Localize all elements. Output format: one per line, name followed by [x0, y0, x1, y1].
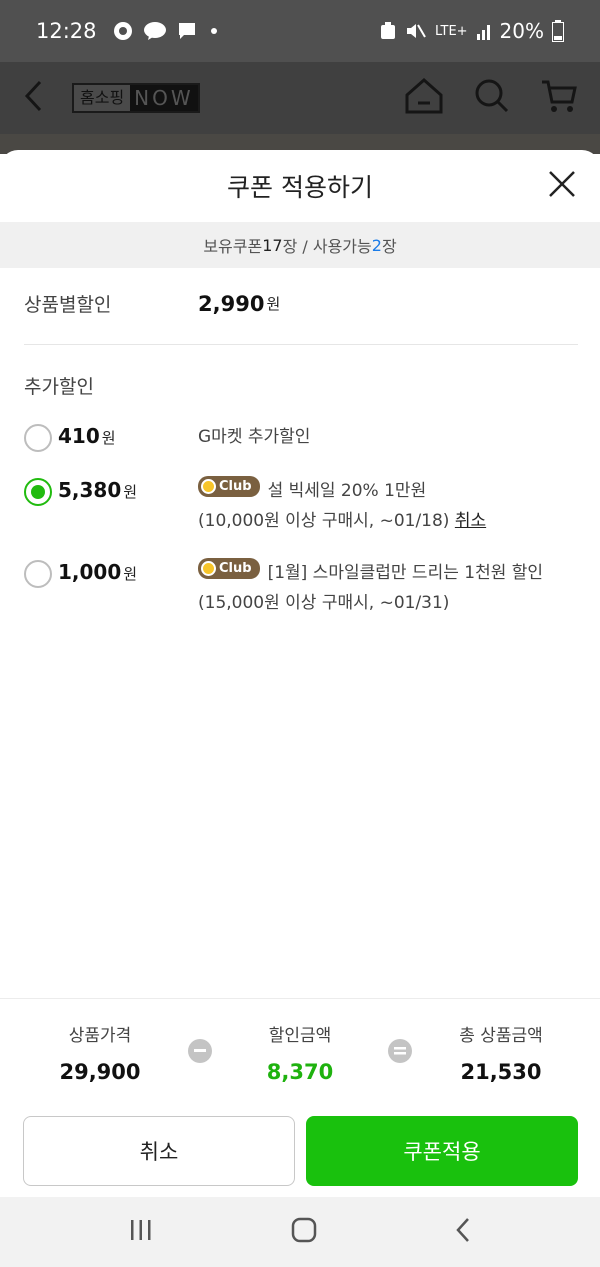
apply-coupon-button[interactable]: 쿠폰적용 [306, 1116, 578, 1186]
option-amount-unit: 원 [123, 565, 138, 583]
cancel-coupon-link[interactable]: 취소 [455, 511, 486, 531]
logo-right: NOW [130, 85, 198, 111]
dot-icon [210, 28, 217, 34]
app-header: 홈소핑 NOW [0, 62, 600, 134]
coupon-count-summary: 보유쿠폰 17 장 / 사용가능 2 장 [0, 222, 600, 268]
discount-value: 8,370 [266, 1060, 334, 1084]
discount-label: 할인금액 [268, 1026, 332, 1046]
signal-icon [476, 22, 492, 40]
club-badge: Club [198, 476, 260, 497]
chrome-icon [113, 21, 133, 41]
price-summary: 상품가격 29,900 할인금액 8,370 총 상품금액 21,530 취소 … [0, 998, 600, 1198]
radio-button[interactable] [24, 560, 52, 588]
home-icon[interactable] [404, 77, 444, 119]
status-bar: 12:28 LTE+ 20% [0, 0, 600, 62]
option-amount-value: 5,380 [58, 478, 122, 502]
discount-col: 할인금액 8,370 [240, 1021, 360, 1084]
product-discount-label: 상품별할인 [24, 294, 112, 316]
network-type: LTE+ [435, 23, 468, 39]
back-icon[interactable] [22, 79, 46, 117]
mute-icon [405, 21, 427, 41]
radio-button[interactable] [24, 424, 52, 452]
option-amount: 1,000 원 [58, 560, 137, 584]
cart-icon[interactable] [540, 78, 578, 118]
equals-icon [388, 1039, 412, 1063]
club-badge: Club [198, 558, 260, 579]
talk-icon [143, 21, 167, 41]
option-description: Club 설 빅세일 20% 1만원 (10,000원 이상 구매시, ~01/1… [198, 476, 578, 536]
option-amount-value: 410 [58, 424, 100, 448]
usable-unit: 장 [381, 237, 397, 256]
option-desc-text: G마켓 추가할인 [198, 427, 311, 447]
product-discount-row: 상품별할인 2,990 원 [24, 290, 578, 317]
total-col: 총 상품금액 21,530 [430, 1021, 572, 1084]
app-logo[interactable]: 홈소핑 NOW [72, 83, 200, 113]
owned-unit: 장 / 사용가능 [282, 237, 372, 256]
product-price-value: 29,900 [59, 1060, 141, 1084]
search-icon[interactable] [474, 78, 510, 118]
option-desc-text: [1월] 스마일클럽만 드리는 1천원 할인 [267, 563, 544, 583]
club-icon [201, 561, 216, 576]
option-amount-unit: 원 [123, 483, 138, 501]
option-condition: (15,000원 이상 구매시, ~01/31) [198, 593, 450, 613]
minus-icon [188, 1039, 212, 1063]
product-discount-amount: 2,990 [198, 291, 265, 316]
alarm-icon [379, 21, 397, 41]
status-time: 12:28 [36, 19, 97, 43]
owned-label: 보유쿠폰 [203, 237, 263, 256]
option-description: Club [1월] 스마일클럽만 드리는 1천원 할인 (15,000원 이상 구… [198, 558, 578, 618]
home-button-icon[interactable] [291, 1217, 317, 1247]
product-discount-unit: 원 [266, 295, 281, 313]
close-button[interactable] [542, 164, 582, 204]
option-amount-value: 1,000 [58, 560, 122, 584]
option-description: G마켓 추가할인 [198, 422, 578, 452]
option-amount: 410 원 [58, 424, 116, 448]
divider [24, 344, 578, 345]
close-icon [549, 171, 575, 197]
option-amount: 5,380 원 [58, 478, 137, 502]
total-value: 21,530 [460, 1060, 542, 1084]
owned-count: 17 [262, 235, 283, 255]
additional-discount-title: 추가할인 [24, 376, 94, 398]
logo-left: 홈소핑 [74, 85, 131, 111]
total-label: 총 상품금액 [459, 1026, 543, 1046]
battery-icon [552, 20, 564, 42]
option-amount-unit: 원 [101, 429, 116, 447]
option-desc-text: 설 빅세일 20% 1만원 [267, 481, 427, 501]
club-badge-label: Club [219, 478, 252, 494]
club-icon [201, 479, 216, 494]
product-price-col: 상품가격 29,900 [40, 1021, 160, 1084]
club-badge-label: Club [219, 560, 252, 576]
option-condition: (10,000원 이상 구매시, ~01/18) [198, 511, 450, 531]
recent-apps-icon[interactable] [128, 1218, 154, 1246]
battery-percent: 20% [499, 19, 544, 43]
usable-count: 2 [371, 235, 382, 255]
radio-button-selected[interactable] [24, 478, 52, 506]
product-price-label: 상품가격 [68, 1026, 132, 1046]
sheet-title: 쿠폰 적용하기 [227, 173, 373, 202]
message-icon [177, 21, 197, 41]
cancel-button[interactable]: 취소 [23, 1116, 295, 1186]
system-nav-bar [0, 1197, 600, 1267]
back-button-icon[interactable] [454, 1217, 472, 1247]
